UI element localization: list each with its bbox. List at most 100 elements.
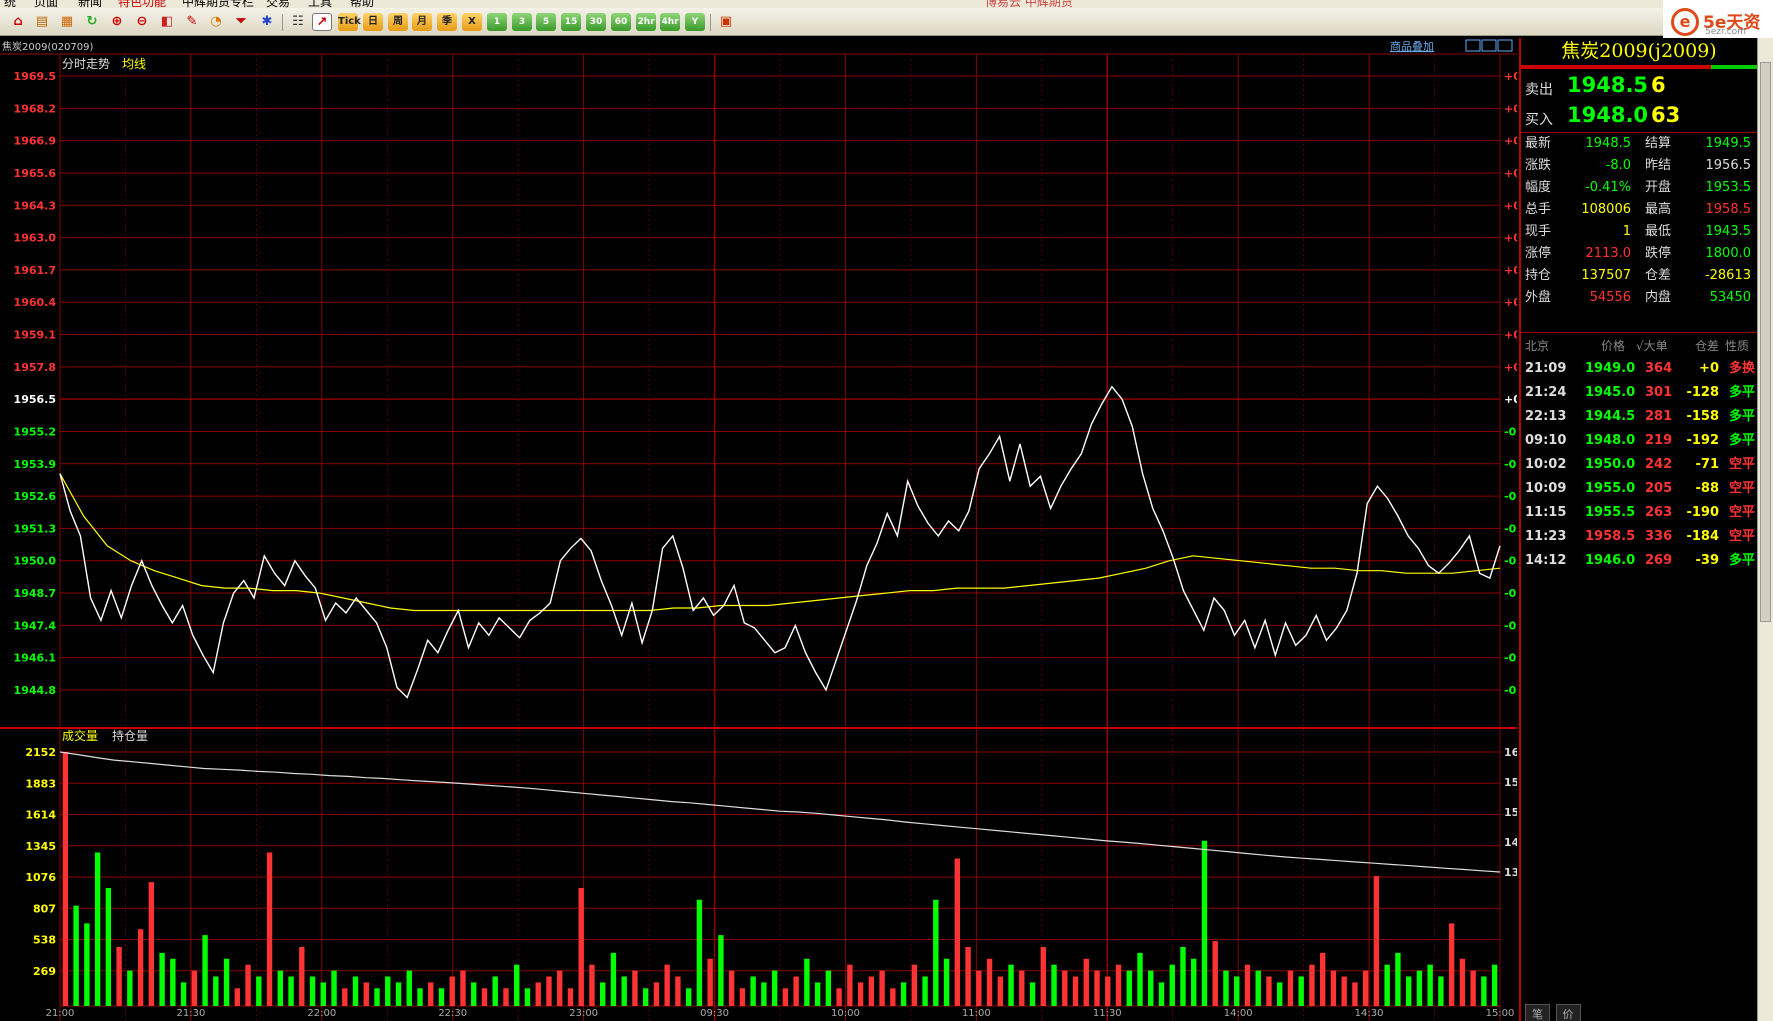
price-tick-label: 1969.5 — [14, 70, 56, 83]
stat-label: 总手 — [1525, 202, 1552, 217]
tick-row[interactable]: 14:12 1946.0 269 -39 多平 — [1525, 550, 1755, 572]
menu-item-features[interactable]: 特色功能 — [118, 0, 166, 8]
tick-row[interactable]: 11:15 1955.5 263 -190 空平 — [1525, 502, 1755, 524]
tick-row[interactable]: 09:10 1948.0 219 -192 多平 — [1525, 430, 1755, 452]
news-icon[interactable]: ▦ — [57, 13, 77, 31]
tick-time: 11:23 — [1525, 529, 1567, 544]
tick-time: 10:09 — [1525, 481, 1567, 496]
cycle-x-button[interactable]: X — [462, 13, 482, 31]
table-icon[interactable]: ☷ — [288, 13, 308, 31]
stat-row: 涨跌 -8.0 昨结 1956.5 — [1525, 156, 1755, 176]
calendar-icon[interactable]: ▣ — [716, 13, 736, 31]
intraday-chart-icon[interactable]: ↗ — [312, 13, 332, 31]
intraday-chart-panel[interactable]: 焦炭2009(020709) 商品叠加 1969.5 +0.66% 1968.2 +0.6… — [0, 38, 1517, 1021]
stat-label: 外盘 — [1525, 290, 1552, 305]
tick-oi-change: -158 — [1686, 409, 1719, 424]
tab-price[interactable]: 价 — [1555, 1004, 1581, 1021]
cycle-15m-button[interactable]: 15 — [561, 13, 581, 31]
refresh-icon[interactable]: ↻ — [82, 13, 102, 31]
chart-header — [0, 38, 1517, 54]
overlay-commodity-link[interactable]: 商品叠加 — [1390, 39, 1434, 53]
stat-value: 1956.5 — [1705, 158, 1752, 173]
intraday-chart-svg[interactable]: 焦炭2009(020709) 商品叠加 1969.5 +0.66% 1968.2 +0.6… — [0, 38, 1517, 1021]
stat-label: 结算 — [1645, 136, 1672, 151]
menu-item-system[interactable]: 统 — [4, 0, 16, 8]
cycle-year-button[interactable]: Y — [685, 13, 705, 31]
menu-item-tools[interactable]: 工具 — [308, 0, 332, 8]
vertical-scrollbar[interactable] — [1757, 38, 1773, 1021]
tick-row[interactable]: 21:24 1945.0 301 -128 多平 — [1525, 382, 1755, 404]
pct-tick-label: -0.27% — [1504, 522, 1517, 535]
new-icon[interactable]: ✱ — [257, 13, 277, 31]
home-icon[interactable]: ⌂ — [8, 13, 28, 31]
menu-item-page[interactable]: 页面 — [34, 0, 58, 8]
tick-row[interactable]: 11:23 1958.5 336 -184 空平 — [1525, 526, 1755, 548]
menu-item-trade[interactable]: 交易 — [266, 0, 290, 8]
cycle-month-button[interactable]: 月 — [412, 13, 432, 31]
tick-time: 09:10 — [1525, 433, 1567, 448]
cycle-1m-button[interactable]: 1 — [487, 13, 507, 31]
ask-row[interactable]: 卖出 1948.5 6 — [1525, 71, 1755, 101]
cycle-week-button[interactable]: 周 — [388, 13, 408, 31]
pct-tick-label: +0.27% — [1504, 264, 1517, 277]
pen-icon[interactable]: ✎ — [182, 13, 202, 31]
pct-tick-label: +0.13% — [1504, 329, 1517, 342]
tick-row[interactable]: 22:13 1944.5 281 -158 多平 — [1525, 406, 1755, 428]
tick-row[interactable]: 10:09 1955.0 205 -88 空平 — [1525, 478, 1755, 500]
window-icon[interactable]: ◧ — [157, 13, 177, 31]
tick-time: 10:02 — [1525, 457, 1567, 472]
bid-row[interactable]: 买入 1948.0 63 — [1525, 101, 1755, 131]
pct-tick-label: +0.66% — [1504, 70, 1517, 83]
tick-oi-change: -184 — [1686, 529, 1719, 544]
pct-tick-label: +0.53% — [1504, 135, 1517, 148]
menu-item-help[interactable]: 帮助 — [350, 0, 374, 8]
cycle-5m-button[interactable]: 5 — [536, 13, 556, 31]
pct-tick-label: +0.47% — [1504, 167, 1517, 180]
tick-nature: 多平 — [1728, 553, 1755, 568]
stat-value: 108006 — [1581, 202, 1631, 217]
oi-tick-label: 166123 — [1504, 746, 1517, 759]
price-tick-label: 1948.7 — [14, 587, 56, 600]
cycle-2hr-button[interactable]: 2hr — [636, 13, 656, 31]
tick-volume: 336 — [1645, 529, 1673, 544]
folder-icon[interactable]: ▤ — [32, 13, 52, 31]
price-tick-label: 1951.3 — [14, 522, 56, 535]
stat-label: 最低 — [1645, 224, 1672, 239]
zoom-out-icon[interactable]: ⊖ — [132, 13, 152, 31]
stat-label: 现手 — [1525, 224, 1552, 239]
stat-value: 137507 — [1581, 268, 1631, 283]
cycle-30m-button[interactable]: 30 — [586, 13, 606, 31]
tick-time: 14:12 — [1525, 553, 1567, 568]
menu-item-news[interactable]: 新闻 — [78, 0, 102, 8]
stat-row: 持仓 137507 仓差 -28613 — [1525, 266, 1755, 286]
menu-item-column[interactable]: 中辉期货专栏 — [182, 0, 254, 8]
price-tick-label: 1961.7 — [14, 264, 56, 277]
cycle-4hr-button[interactable]: 4hr — [660, 13, 680, 31]
filter-icon[interactable]: ⏷ — [231, 13, 251, 31]
time-tick-label: 15:00 — [1486, 1008, 1515, 1019]
price-tick-label: 1952.6 — [14, 490, 57, 503]
price-tick-label: 1960.4 — [14, 296, 57, 309]
scrollbar-thumb[interactable] — [1760, 62, 1771, 622]
cycle-day-button[interactable]: 日 — [363, 13, 383, 31]
cycle-3m-button[interactable]: 3 — [512, 13, 532, 31]
paint-icon[interactable]: ◔ — [206, 13, 226, 31]
stat-label: 持仓 — [1525, 268, 1552, 283]
tick-nature: 空平 — [1728, 481, 1755, 496]
tick-row[interactable]: 10:02 1950.0 242 -71 空平 — [1525, 454, 1755, 476]
symbol-title: 焦炭2009(j2009) — [1561, 40, 1717, 62]
volume-tick-label: 269 — [33, 965, 56, 978]
time-tick-label: 23:00 — [569, 1008, 598, 1019]
oi-tick-label: 158969 — [1504, 776, 1517, 789]
stat-label: 跌停 — [1645, 246, 1672, 261]
tick-row[interactable]: 21:09 1949.0 364 +0 多换 — [1525, 358, 1755, 380]
tab-ticks[interactable]: 笔 — [1525, 1004, 1550, 1021]
zoom-in-icon[interactable]: ⊕ — [107, 13, 127, 31]
pct-tick-label: +0.33% — [1504, 232, 1517, 245]
oi-tick-label: 137507 — [1504, 866, 1517, 879]
cycle-season-button[interactable]: 季 — [437, 13, 457, 31]
cycle-60m-button[interactable]: 60 — [611, 13, 631, 31]
tick-oi-change: -190 — [1686, 505, 1719, 520]
tick-nature: 空平 — [1728, 505, 1755, 520]
cycle-tick-button[interactable]: Tick — [338, 13, 361, 31]
